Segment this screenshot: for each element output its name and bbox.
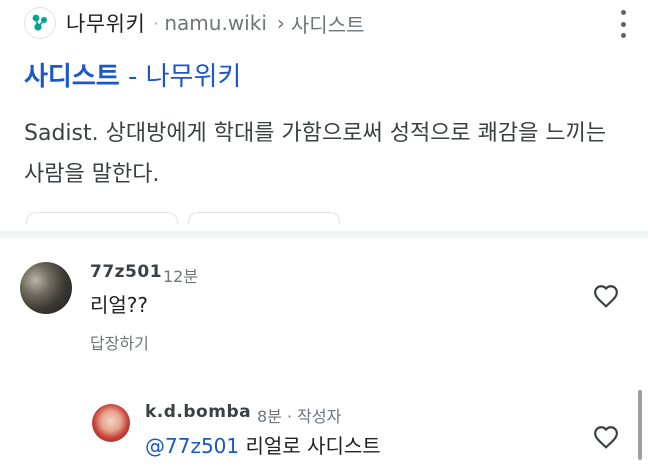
- result-title-main: 사디스트: [24, 62, 120, 92]
- more-vert-icon[interactable]: [616, 10, 630, 38]
- result-snippet: Sadist. 상대방에게 학대를 가함으로써 성적으로 쾌감을 느끼는 사람을…: [24, 121, 607, 187]
- avatar[interactable]: [20, 262, 72, 314]
- comment-text: @77z501 리얼로 사디스트: [145, 430, 381, 459]
- breadcrumb: 사디스트: [290, 12, 365, 37]
- result-site-row[interactable]: 나무위키 · namu.wiki › 사디스트: [24, 6, 364, 40]
- mention-link[interactable]: @77z501: [145, 434, 239, 458]
- breadcrumb-chevron-icon: ›: [276, 11, 285, 35]
- site-url: namu.wiki: [164, 11, 267, 35]
- heart-outline-icon[interactable]: [593, 425, 619, 449]
- sitelink-chip[interactable]: [188, 212, 340, 224]
- reply-button[interactable]: 답장하기: [90, 330, 149, 354]
- namu-wiki-logo: [24, 7, 56, 39]
- comment-author[interactable]: k.d.bomba: [145, 402, 251, 422]
- comment-text-body: 리얼로 사디스트: [239, 434, 381, 458]
- result-title-rest: - 나무위키: [119, 62, 242, 92]
- sitelink-chip[interactable]: [26, 212, 178, 224]
- heart-outline-icon[interactable]: [593, 284, 619, 308]
- comment-author[interactable]: 77z501: [90, 262, 162, 282]
- site-separator: ·: [153, 13, 159, 33]
- comment-time: 12분: [163, 267, 199, 286]
- scrollbar-thumb[interactable]: [638, 390, 642, 460]
- result-title-link[interactable]: 사디스트 - 나무위키: [24, 56, 241, 93]
- comment-time: 8분 · 작성자: [257, 407, 342, 426]
- comment-text: 리얼??: [90, 293, 149, 317]
- site-name: 나무위키: [66, 12, 146, 36]
- avatar[interactable]: [92, 404, 130, 442]
- section-divider: [0, 231, 648, 238]
